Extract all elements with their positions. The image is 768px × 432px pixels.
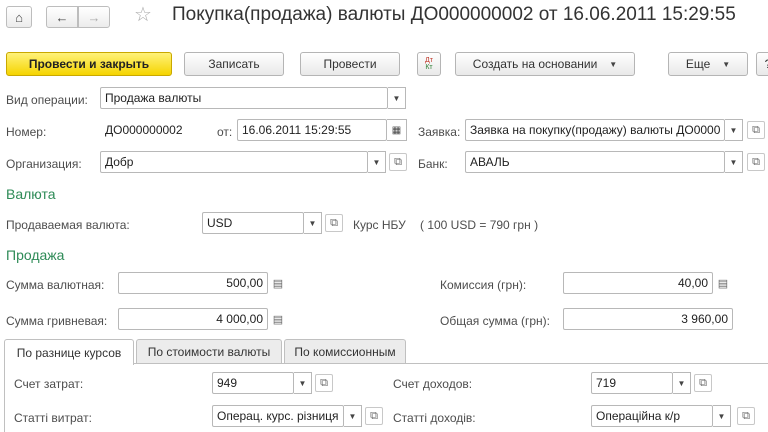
income-item-label: Статті доходів: bbox=[393, 411, 476, 425]
expense-account-label: Счет затрат: bbox=[14, 377, 84, 391]
expense-account-dropdown[interactable]: ▼ bbox=[294, 372, 312, 394]
calendar-icon: ▦ bbox=[391, 124, 402, 136]
total-amount-field: 3 960,00 bbox=[563, 308, 733, 330]
total-amount-label: Общая сумма (грн): bbox=[440, 314, 550, 328]
open-icon: ⧉ bbox=[394, 155, 402, 168]
post-button[interactable]: Провести bbox=[300, 52, 400, 76]
open-icon: ⧉ bbox=[742, 409, 750, 422]
chevron-down-icon: ▼ bbox=[729, 157, 738, 167]
date-picker-button[interactable]: ▦ bbox=[387, 119, 407, 141]
chevron-down-icon: ▼ bbox=[298, 378, 307, 388]
amount-uah-field[interactable]: 4 000,00 bbox=[118, 308, 268, 330]
expense-item-label: Статті витрат: bbox=[14, 411, 92, 425]
help-button[interactable]: ? bbox=[756, 52, 768, 76]
commission-calculator[interactable]: ▤ bbox=[715, 273, 731, 293]
more-button[interactable]: Еще ▼ bbox=[668, 52, 748, 76]
chevron-down-icon: ▼ bbox=[609, 59, 618, 69]
commission-field[interactable]: 40,00 bbox=[563, 272, 713, 294]
amount-currency-calculator[interactable]: ▤ bbox=[270, 273, 286, 293]
expense-account-open-button[interactable]: ⧉ bbox=[315, 374, 333, 392]
organization-open-button[interactable]: ⧉ bbox=[389, 153, 407, 171]
amount-currency-label: Сумма валютная: bbox=[6, 278, 105, 292]
open-icon: ⧉ bbox=[752, 155, 760, 168]
operation-type-dropdown[interactable]: ▼ bbox=[388, 87, 406, 109]
number-label: Номер: bbox=[6, 125, 47, 139]
currency-section-title: Валюта bbox=[6, 186, 56, 202]
back-button[interactable]: ← bbox=[46, 6, 78, 28]
amount-uah-label: Сумма гривневая: bbox=[6, 314, 108, 328]
calculator-icon: ▤ bbox=[717, 277, 729, 290]
open-icon: ⧉ bbox=[370, 409, 378, 422]
income-account-open-button[interactable]: ⧉ bbox=[694, 374, 712, 392]
operation-type-select[interactable]: Продажа валюты bbox=[100, 87, 388, 109]
calculator-icon: ▤ bbox=[272, 277, 284, 290]
nbu-rate-value: ( 100 USD = 790 грн ) bbox=[420, 218, 539, 232]
bank-open-button[interactable]: ⧉ bbox=[747, 153, 765, 171]
expense-item-open-button[interactable]: ⧉ bbox=[365, 407, 383, 425]
expense-item-dropdown[interactable]: ▼ bbox=[344, 405, 362, 427]
save-button[interactable]: Записать bbox=[184, 52, 284, 76]
income-item-dropdown[interactable]: ▼ bbox=[713, 405, 731, 427]
chevron-down-icon: ▼ bbox=[729, 125, 738, 135]
organization-dropdown[interactable]: ▼ bbox=[368, 151, 386, 173]
open-icon: ⧉ bbox=[330, 216, 338, 229]
commission-label: Комиссия (грн): bbox=[440, 278, 527, 292]
chevron-down-icon: ▼ bbox=[677, 378, 686, 388]
home-icon: ⌂ bbox=[15, 9, 23, 25]
chevron-down-icon: ▼ bbox=[348, 411, 357, 421]
sold-currency-label: Продаваемая валюта: bbox=[6, 218, 130, 232]
dt-kt-button[interactable]: Дт Кт bbox=[417, 52, 441, 76]
request-dropdown[interactable]: ▼ bbox=[725, 119, 743, 141]
chevron-down-icon: ▼ bbox=[308, 218, 317, 228]
sold-currency-field[interactable]: USD bbox=[202, 212, 304, 234]
tab-exchange-difference[interactable]: По разнице курсов bbox=[4, 339, 134, 365]
home-button[interactable]: ⌂ bbox=[6, 6, 32, 28]
open-icon: ⧉ bbox=[699, 376, 707, 389]
bank-label: Банк: bbox=[418, 157, 448, 171]
income-account-field[interactable]: 719 bbox=[591, 372, 673, 394]
dt-kt-icon: Дт Кт bbox=[425, 57, 433, 71]
create-based-on-button[interactable]: Создать на основании ▼ bbox=[455, 52, 635, 76]
chevron-down-icon: ▼ bbox=[722, 59, 731, 69]
bank-dropdown[interactable]: ▼ bbox=[725, 151, 743, 173]
bank-field[interactable]: АВАЛЬ bbox=[465, 151, 725, 173]
number-field[interactable]: ДО000000002 bbox=[100, 119, 208, 141]
date-label: от: bbox=[217, 125, 233, 139]
operation-type-label: Вид операции: bbox=[6, 93, 88, 107]
expense-account-field[interactable]: 949 bbox=[212, 372, 294, 394]
organization-label: Организация: bbox=[6, 157, 82, 171]
date-field[interactable]: 16.06.2011 15:29:55 bbox=[237, 119, 387, 141]
window-title: Покупка(продажа) валюты ДО000000002 от 1… bbox=[172, 4, 736, 25]
arrow-right-icon: → bbox=[87, 9, 101, 25]
nbu-rate-label: Курс НБУ bbox=[353, 218, 406, 232]
arrow-left-icon: ← bbox=[55, 9, 69, 25]
amount-uah-calculator[interactable]: ▤ bbox=[270, 309, 286, 329]
forward-button[interactable]: → bbox=[78, 6, 110, 28]
tab-commission[interactable]: По комиссионным bbox=[284, 339, 406, 364]
request-label: Заявка: bbox=[418, 125, 461, 139]
organization-field[interactable]: Добр bbox=[100, 151, 368, 173]
expense-item-field[interactable]: Операц. курс. різниця bbox=[212, 405, 344, 427]
chevron-down-icon: ▼ bbox=[392, 93, 401, 103]
income-item-field[interactable]: Операційна к/р bbox=[591, 405, 713, 427]
chevron-down-icon: ▼ bbox=[717, 411, 726, 421]
income-account-label: Счет доходов: bbox=[393, 377, 473, 391]
star-icon[interactable]: ☆ bbox=[134, 2, 152, 27]
sold-currency-dropdown[interactable]: ▼ bbox=[304, 212, 322, 234]
post-and-close-button[interactable]: Провести и закрыть bbox=[6, 52, 172, 76]
chevron-down-icon: ▼ bbox=[372, 157, 381, 167]
sale-section-title: Продажа bbox=[6, 247, 65, 263]
request-field[interactable]: Заявка на покупку(продажу) валюты ДО0000 bbox=[465, 119, 725, 141]
sold-currency-open-button[interactable]: ⧉ bbox=[325, 214, 343, 232]
open-icon: ⧉ bbox=[752, 123, 760, 136]
amount-currency-field[interactable]: 500,00 bbox=[118, 272, 268, 294]
income-account-dropdown[interactable]: ▼ bbox=[673, 372, 691, 394]
calculator-icon: ▤ bbox=[272, 313, 284, 326]
tab-currency-cost[interactable]: По стоимости валюты bbox=[136, 339, 282, 364]
income-item-open-button[interactable]: ⧉ bbox=[737, 407, 755, 425]
open-icon: ⧉ bbox=[320, 376, 328, 389]
request-open-button[interactable]: ⧉ bbox=[747, 121, 765, 139]
